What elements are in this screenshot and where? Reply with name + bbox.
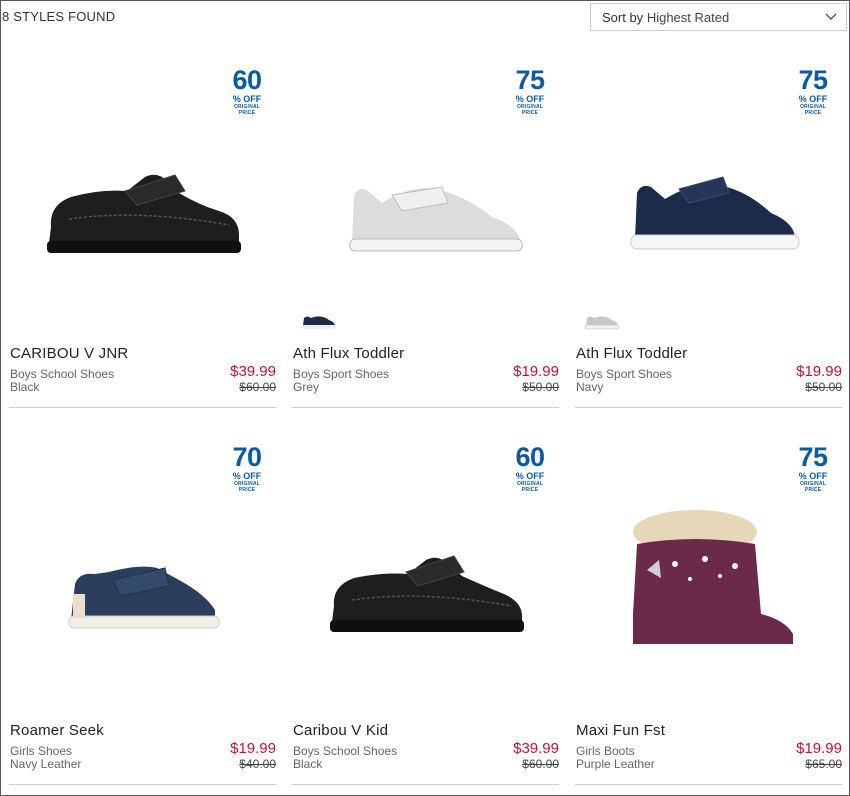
color-swatch[interactable] [581,309,623,333]
product-color: Navy [576,380,604,394]
product-image[interactable] [595,147,825,267]
sale-price: $19.99 [796,363,842,380]
results-toolbar: 8 STYLES FOUND Sort by Highest Rated [1,1,849,33]
product-color: Black [10,380,40,394]
divider [9,784,276,785]
original-price: $40.00 [239,757,276,771]
product-name[interactable]: Maxi Fun Fst [576,722,665,739]
original-price: $60.00 [239,380,276,394]
product-image[interactable] [312,524,542,644]
sale-price: $19.99 [796,740,842,757]
product-name[interactable]: CARIBOU V JNR [10,345,128,362]
sort-dropdown[interactable]: Sort by Highest Rated [590,3,847,31]
product-card[interactable]: 75 % OFF ORIGINAL PRICE Ath Flux Toddler… [575,37,842,408]
product-color: Purple Leather [576,757,655,771]
divider [292,784,559,785]
results-count: 8 STYLES FOUND [2,9,116,24]
product-image[interactable] [29,524,259,644]
product-name[interactable]: Ath Flux Toddler [293,345,404,362]
original-price: $50.00 [522,380,559,394]
product-category: Girls Shoes [10,744,73,758]
product-card[interactable]: 75 % OFF ORIGINAL PRICE Maxi Fun Fst Gir… [575,414,842,785]
product-card[interactable]: 60 % OFF ORIGINAL PRICE CARIBOU V JNR Bo… [9,37,276,408]
product-name[interactable]: Caribou V Kid [293,722,388,739]
product-color: Navy Leather [10,757,82,771]
original-price: $50.00 [805,380,842,394]
product-category: Boys Sport Shoes [293,367,390,381]
product-category: Boys School Shoes [10,367,115,381]
product-category: Girls Boots [576,744,635,758]
original-price: $65.00 [805,757,842,771]
sort-label: Sort by Highest Rated [602,10,730,25]
divider [575,784,842,785]
sale-price: $19.99 [513,363,559,380]
product-image[interactable] [29,147,259,267]
color-swatch[interactable] [298,309,340,333]
product-category: Boys School Shoes [293,744,398,758]
product-card[interactable]: 75 % OFF ORIGINAL PRICE Ath Flux Toddler… [292,37,559,408]
product-image[interactable] [312,147,542,267]
discount-badge: 70 % OFF ORIGINAL PRICE [232,442,262,493]
sale-price: $39.99 [230,363,276,380]
product-card[interactable]: 60 % OFF ORIGINAL PRICE Caribou V Kid Bo… [292,414,559,785]
divider [575,407,842,408]
discount-badge: 60 % OFF ORIGINAL PRICE [515,442,545,493]
divider [9,407,276,408]
product-category: Boys Sport Shoes [576,367,673,381]
product-card[interactable]: 70 % OFF ORIGINAL PRICE Roamer Seek Girl… [9,414,276,785]
product-name[interactable]: Roamer Seek [10,722,104,739]
original-price: $60.00 [522,757,559,771]
discount-badge: 60 % OFF ORIGINAL PRICE [232,65,262,116]
discount-badge: 75 % OFF ORIGINAL PRICE [515,65,545,116]
product-name[interactable]: Ath Flux Toddler [576,345,687,362]
sale-price: $39.99 [513,740,559,757]
divider [292,407,559,408]
product-color: Black [293,757,323,771]
sale-price: $19.99 [230,740,276,757]
product-color: Grey [293,380,320,394]
discount-badge: 75 % OFF ORIGINAL PRICE [798,65,828,116]
chevron-down-icon [825,13,837,20]
product-image[interactable] [595,484,825,644]
sort-value: Highest Rated [646,10,730,25]
